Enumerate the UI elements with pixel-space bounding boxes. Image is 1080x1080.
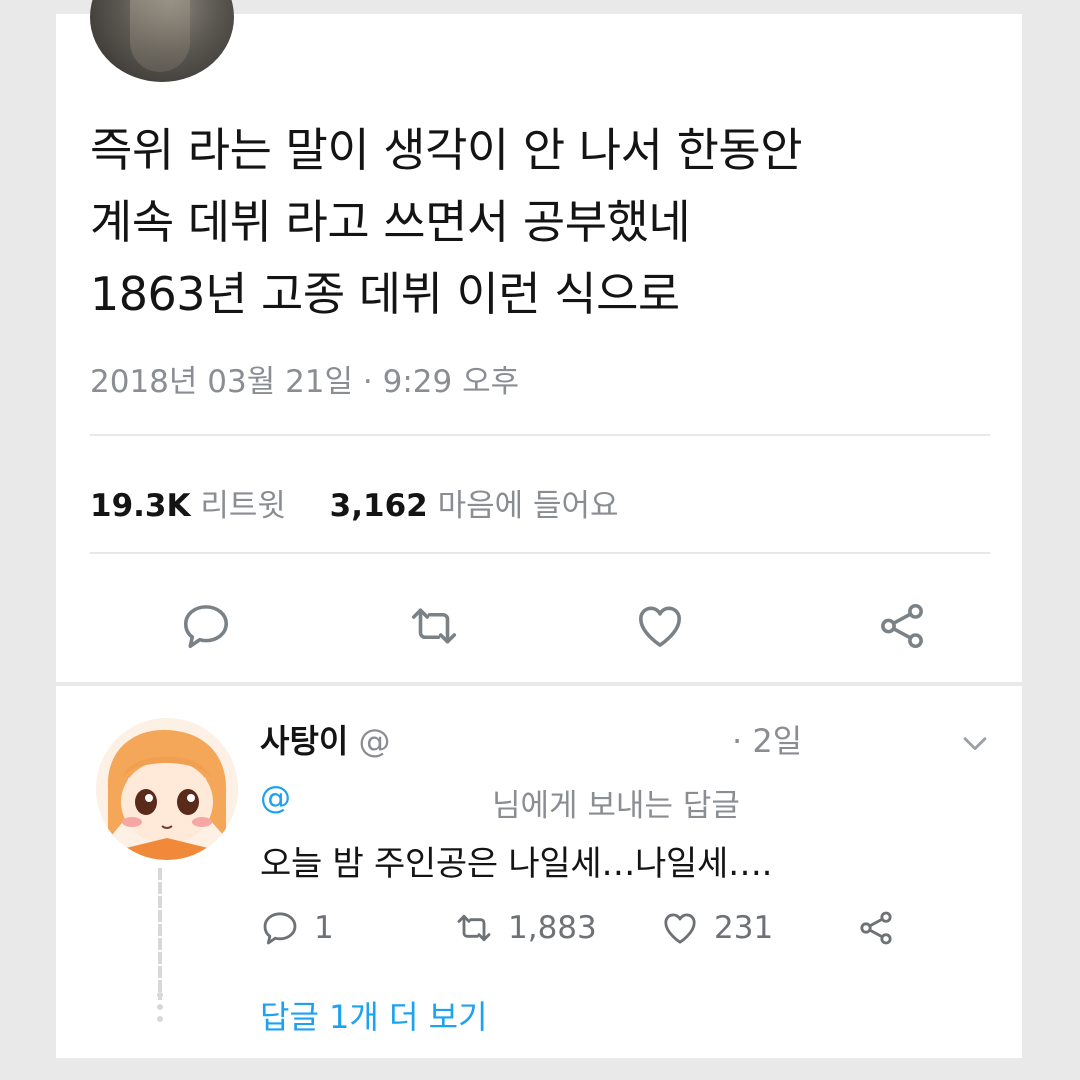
retweet-button[interactable]: [404, 596, 464, 656]
thread-continuation-dots: [156, 992, 164, 1028]
reply-icon: [263, 912, 297, 945]
reply-reply-button[interactable]: 1: [260, 908, 334, 948]
like-count: 231: [714, 910, 774, 946]
divider: [90, 434, 990, 436]
thread-line: [158, 868, 162, 1000]
reply-icon: [183, 605, 229, 649]
reply-author-handle: @: [358, 722, 391, 760]
share-button[interactable]: [872, 596, 932, 656]
reply-author[interactable]: 사탕이 @: [260, 716, 391, 762]
reply-share-button[interactable]: [856, 908, 896, 948]
retweets-count: 19.3K: [90, 488, 191, 524]
anime-avatar-image: [96, 718, 238, 860]
reply-text: 오늘 밤 주인공은 나일세…나일세….: [260, 844, 773, 884]
likes-stat[interactable]: 3,162 마음에 들어요: [330, 488, 619, 524]
retweet-icon: [411, 608, 457, 644]
likes-count: 3,162: [329, 488, 428, 524]
reply-count: 1: [314, 910, 334, 946]
retweet-icon: [457, 914, 491, 942]
reply-avatar[interactable]: [96, 718, 238, 860]
replying-to-handle[interactable]: @: [260, 780, 291, 816]
tweet-stats: 19.3K 리트윗 3,162 마음에 들어요: [90, 480, 619, 525]
retweet-count: 1,883: [508, 910, 597, 946]
tweet-card: 즉위 라는 말이 생각이 안 나서 한동안 계속 데뷔 라고 쓰면서 공부했네 …: [56, 0, 1022, 682]
replying-to: @ 님에게 보내는 답글: [260, 780, 820, 824]
share-icon: [860, 911, 892, 945]
heart-icon: [639, 606, 681, 647]
replying-to-label: 님에게 보내는 답글: [492, 788, 740, 824]
tweet-text-line: 계속 데뷔 라고 쓰면서 공부했네: [90, 195, 691, 249]
tweet-text-line: 1863년 고종 데뷔 이런 식으로: [90, 267, 680, 321]
tweet-text: 즉위 라는 말이 생각이 안 나서 한동안 계속 데뷔 라고 쓰면서 공부했네 …: [90, 114, 990, 330]
divider: [90, 552, 990, 554]
show-more-replies-link[interactable]: 답글 1개 더 보기: [260, 992, 488, 1038]
reply-like-button[interactable]: 231: [660, 908, 773, 948]
likes-label: 마음에 들어요: [437, 488, 619, 524]
retweets-stat[interactable]: 19.3K 리트윗: [90, 488, 296, 524]
reply-button[interactable]: [176, 596, 236, 656]
share-icon: [881, 603, 923, 649]
tweet-timestamp[interactable]: 2018년 03월 21일 · 9:29 오후: [90, 356, 519, 401]
reply-time[interactable]: · 2일: [732, 716, 802, 762]
heart-icon: [664, 913, 696, 944]
reply-author-name: 사탕이: [260, 722, 349, 760]
like-button[interactable]: [630, 596, 690, 656]
retweets-label: 리트윗: [200, 488, 286, 524]
reply-card[interactable]: 사탕이 @ · 2일 @ 님에게 보내는 답글 오늘 밤 주인공은 나일세…나일…: [56, 686, 1022, 1058]
tweet-text-line: 즉위 라는 말이 생각이 안 나서 한동안: [90, 123, 803, 177]
reply-retweet-button[interactable]: 1,883: [454, 908, 597, 948]
author-avatar[interactable]: [90, 0, 234, 82]
chevron-down-icon[interactable]: [958, 726, 992, 760]
